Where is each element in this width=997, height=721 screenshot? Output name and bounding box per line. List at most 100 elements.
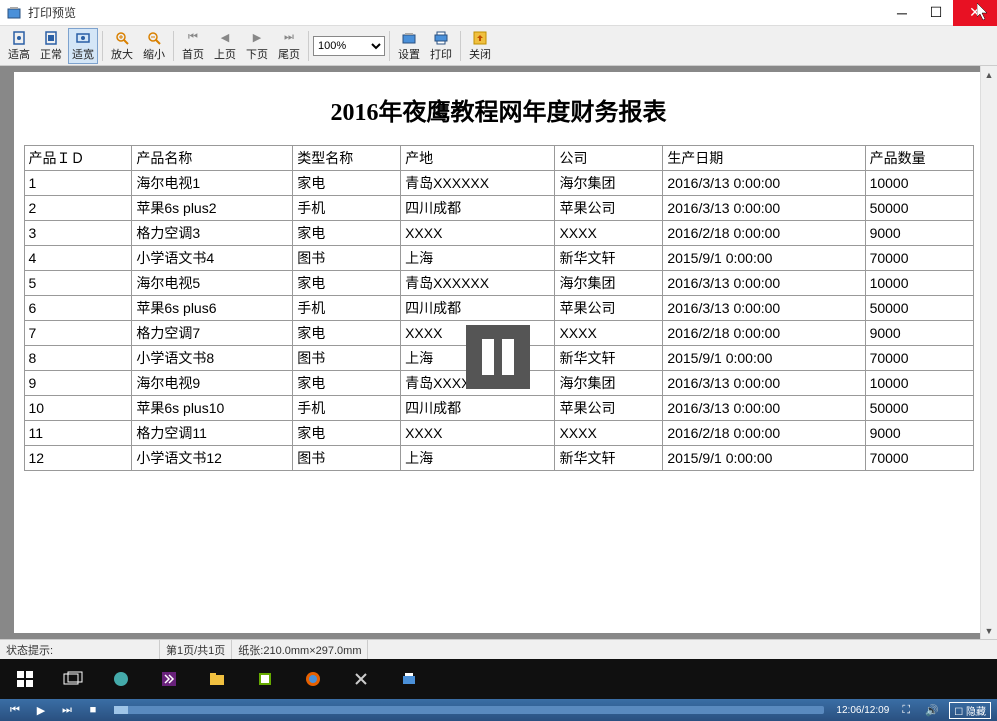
table-cell: 70000 (865, 446, 973, 471)
table-cell: 9000 (865, 321, 973, 346)
zoom-select[interactable]: 100% (313, 36, 385, 56)
table-cell: 海尔电视9 (132, 371, 293, 396)
table-cell: 家电 (293, 171, 401, 196)
fullscreen-button[interactable]: ⛶ (897, 704, 915, 717)
separator (173, 31, 174, 61)
table-cell: 格力空调3 (132, 221, 293, 246)
media-play-button[interactable]: ▶ (32, 704, 50, 717)
table-cell: 家电 (293, 421, 401, 446)
status-hint: 状态提示: (0, 640, 160, 659)
media-stop-button[interactable]: ■ (84, 704, 102, 716)
next-page-icon: ▶ (249, 30, 265, 46)
table-cell: 10000 (865, 271, 973, 296)
table-cell: XXXX (555, 421, 663, 446)
titlebar: 打印预览 ─ ☐ ✕ (0, 0, 997, 26)
vertical-scrollbar[interactable]: ▲ ▼ (980, 66, 997, 639)
report-title: 2016年夜鹰教程网年度财务报表 (24, 80, 974, 145)
table-cell: 小学语文书4 (132, 246, 293, 271)
table-header: 产品ＩＤ (24, 146, 132, 171)
table-row: 4小学语文书4图书上海新华文轩2015/9/1 0:00:0070000 (24, 246, 973, 271)
table-cell: 图书 (293, 346, 401, 371)
table-row: 6苹果6s plus6手机四川成都苹果公司2016/3/13 0:00:0050… (24, 296, 973, 321)
table-header: 公司 (555, 146, 663, 171)
first-page-button[interactable]: ⏮ 首页 (178, 28, 208, 64)
table-cell: 苹果公司 (555, 296, 663, 321)
zoom-in-icon (114, 30, 130, 46)
table-cell: 2016/3/13 0:00:00 (663, 271, 865, 296)
table-cell: 格力空调11 (132, 421, 293, 446)
table-cell: 4 (24, 246, 132, 271)
table-cell: XXXX (401, 221, 555, 246)
table-cell: XXXX (555, 221, 663, 246)
volume-button[interactable]: 🔊 (923, 704, 941, 717)
media-prev-button[interactable]: ⏮ (6, 704, 24, 717)
table-cell: 海尔电视1 (132, 171, 293, 196)
status-page: 第1页/共1页 (160, 640, 232, 659)
table-cell: 2015/9/1 0:00:00 (663, 446, 865, 471)
window-controls: ─ ☐ ✕ (885, 0, 997, 26)
table-header: 类型名称 (293, 146, 401, 171)
table-cell: 青岛XXXXXX (401, 271, 555, 296)
table-cell: 海尔电视5 (132, 271, 293, 296)
separator (460, 31, 461, 61)
normal-icon (43, 30, 59, 46)
table-cell: 苹果公司 (555, 396, 663, 421)
table-cell: 8 (24, 346, 132, 371)
table-cell: 2016/2/18 0:00:00 (663, 221, 865, 246)
table-cell: 3 (24, 221, 132, 246)
taskbar-item[interactable] (196, 663, 238, 695)
table-cell: 四川成都 (401, 396, 555, 421)
table-cell: 手机 (293, 396, 401, 421)
taskbar-item[interactable] (388, 663, 430, 695)
table-cell: XXXX (555, 321, 663, 346)
maximize-button[interactable]: ☐ (919, 0, 953, 26)
taskbar-item[interactable] (244, 663, 286, 695)
next-page-button[interactable]: ▶ 下页 (242, 28, 272, 64)
print-button[interactable]: 打印 (426, 28, 456, 64)
table-cell: 图书 (293, 246, 401, 271)
taskbar-item[interactable] (148, 663, 190, 695)
scroll-up-icon[interactable]: ▲ (981, 66, 997, 83)
table-cell: 新华文轩 (555, 346, 663, 371)
taskbar-item[interactable] (292, 663, 334, 695)
scroll-down-icon[interactable]: ▼ (981, 622, 997, 639)
table-cell: 6 (24, 296, 132, 321)
table-cell: 海尔集团 (555, 171, 663, 196)
table-cell: 苹果6s plus6 (132, 296, 293, 321)
minimize-button[interactable]: ─ (885, 0, 919, 26)
separator (308, 31, 309, 61)
table-cell: 7 (24, 321, 132, 346)
close-preview-button[interactable]: 关闭 (465, 28, 495, 64)
last-page-button[interactable]: ⏭ 尾页 (274, 28, 304, 64)
table-cell: 青岛XXXXXX (401, 171, 555, 196)
table-cell: 50000 (865, 396, 973, 421)
table-cell: 10000 (865, 371, 973, 396)
toolbar: 适高 正常 适宽 放大 缩小 ⏮ 首页 ◀ 上页 ▶ 下页 ⏭ 尾页 100% … (0, 26, 997, 66)
zoom-in-button[interactable]: 放大 (107, 28, 137, 64)
close-button[interactable]: ✕ (953, 0, 997, 26)
table-cell: 2016/3/13 0:00:00 (663, 396, 865, 421)
hide-button[interactable]: ☐ 隐藏 (949, 702, 991, 719)
prev-page-button[interactable]: ◀ 上页 (210, 28, 240, 64)
separator (102, 31, 103, 61)
table-cell: 新华文轩 (555, 446, 663, 471)
table-row: 1海尔电视1家电青岛XXXXXX海尔集团2016/3/13 0:00:00100… (24, 171, 973, 196)
table-cell: 苹果6s plus10 (132, 396, 293, 421)
report-table: 产品ＩＤ产品名称类型名称产地公司生产日期产品数量 1海尔电视1家电青岛XXXXX… (24, 145, 974, 471)
table-cell: XXXX (401, 421, 555, 446)
zoom-out-button[interactable]: 缩小 (139, 28, 169, 64)
taskbar-item[interactable] (100, 663, 142, 695)
table-cell: 家电 (293, 221, 401, 246)
normal-button[interactable]: 正常 (36, 28, 66, 64)
task-view-button[interactable] (52, 663, 94, 695)
settings-button[interactable]: 设置 (394, 28, 424, 64)
table-cell: 12 (24, 446, 132, 471)
separator (389, 31, 390, 61)
fit-height-button[interactable]: 适高 (4, 28, 34, 64)
fit-width-button[interactable]: 适宽 (68, 28, 98, 64)
table-cell: 50000 (865, 196, 973, 221)
media-next-button[interactable]: ⏭ (58, 704, 76, 717)
media-progress[interactable] (114, 706, 824, 714)
start-button[interactable] (4, 663, 46, 695)
taskbar-item[interactable] (340, 663, 382, 695)
